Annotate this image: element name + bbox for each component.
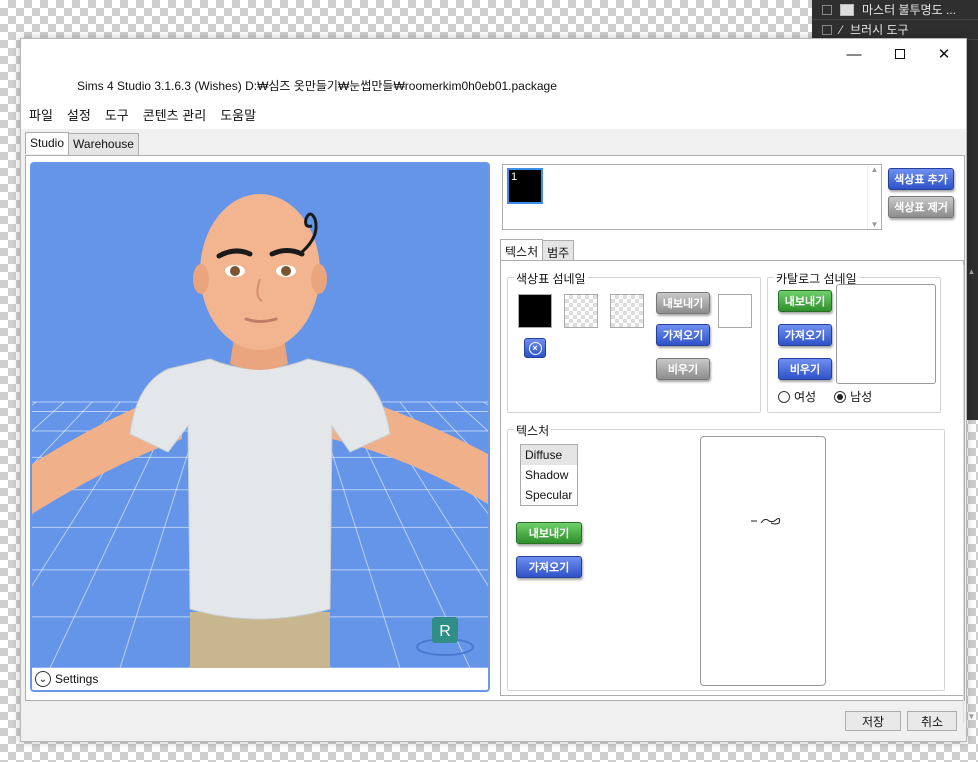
tab-studio[interactable]: Studio bbox=[25, 132, 70, 154]
remove-swatch-button[interactable]: 색상표 제거 bbox=[888, 196, 954, 218]
settings-bar[interactable]: ⌄ Settings bbox=[32, 668, 488, 690]
shirt bbox=[129, 358, 391, 620]
radio-indicator-selected bbox=[834, 390, 847, 403]
texture-title: 텍스처 bbox=[514, 422, 552, 439]
editor-subtabs: 텍스처 범주 bbox=[500, 239, 575, 262]
left-ear bbox=[193, 264, 209, 294]
texture-item-shadow[interactable]: Shadow bbox=[521, 465, 577, 485]
swatch-item-label: 1 bbox=[511, 171, 518, 183]
sim-character bbox=[32, 194, 488, 668]
save-button[interactable]: 저장 bbox=[845, 711, 901, 731]
swatch-thumbnail-group: 색상표 섬네일 × 내보내기 가져오기 비우기 bbox=[507, 270, 761, 413]
female-label: 여성 bbox=[794, 390, 817, 404]
texture-item-specular[interactable]: Specular bbox=[521, 485, 577, 505]
catalog-thumbnail-group: 카탈로그 섬네일 내보내기 가져오기 비우기 여성 남성 bbox=[767, 270, 941, 413]
female-radio[interactable]: 여성 bbox=[778, 388, 816, 405]
minimize-button[interactable]: — bbox=[831, 39, 877, 69]
pants bbox=[190, 612, 330, 668]
r-badge[interactable]: R bbox=[416, 617, 474, 656]
close-circle-icon: × bbox=[528, 341, 542, 355]
swatch-transparent-2[interactable] bbox=[610, 294, 644, 328]
layer-row: 마스터 불투명도 ... bbox=[812, 0, 978, 20]
swatch-list-scrollbar[interactable]: ▲ ▼ bbox=[867, 165, 881, 229]
layer-row: ⁄ 브러시 도구 bbox=[812, 20, 978, 40]
swatch-thumbnail-clear-button[interactable]: 비우기 bbox=[656, 358, 710, 380]
scroll-down-icon[interactable]: ▼ bbox=[871, 220, 879, 229]
catalog-thumbnail-clear-button[interactable]: 비우기 bbox=[778, 358, 832, 380]
grid-line bbox=[32, 401, 65, 432]
swatch-thumbnail-export-button[interactable]: 내보내기 bbox=[656, 292, 710, 314]
menu-content-management[interactable]: 콘텐츠 관리 bbox=[143, 105, 206, 124]
menu-help[interactable]: 도움말 bbox=[220, 105, 256, 124]
swatch-item-selected[interactable]: 1 bbox=[507, 168, 543, 204]
scroll-up-icon[interactable]: ▲ bbox=[871, 165, 879, 174]
layer-checkbox bbox=[822, 24, 832, 35]
studio-tab-page: R ⌄ Settings 1 ▲ ▼ 색상표 추가 색상표 제거 텍스처 범주 bbox=[25, 155, 965, 701]
layer-checkbox bbox=[822, 4, 832, 15]
texture-item-diffuse[interactable]: Diffuse bbox=[521, 445, 577, 465]
tab-texture[interactable]: 텍스처 bbox=[500, 239, 544, 261]
swatch-list[interactable]: 1 ▲ ▼ bbox=[502, 164, 882, 230]
menu-tools[interactable]: 도구 bbox=[105, 105, 129, 124]
tab-category[interactable]: 범주 bbox=[542, 240, 575, 262]
right-iris bbox=[281, 266, 291, 276]
male-label: 남성 bbox=[850, 390, 873, 404]
radio-indicator bbox=[778, 390, 790, 403]
swatch-color-black[interactable] bbox=[518, 294, 552, 328]
r-badge-letter: R bbox=[439, 623, 451, 640]
chevron-down-icon[interactable]: ⌄ bbox=[35, 671, 51, 687]
texture-preview bbox=[700, 436, 826, 686]
scroll-down-icon[interactable]: ▼ bbox=[968, 712, 976, 721]
texture-tab-page: 색상표 섬네일 × 내보내기 가져오기 비우기 카탈로그 섬네일 내보내기 가져… bbox=[500, 260, 964, 696]
maximize-icon bbox=[895, 49, 905, 59]
layer-label: 브러시 도구 bbox=[850, 23, 909, 37]
layer-icon bbox=[840, 3, 854, 16]
cancel-button[interactable]: 취소 bbox=[907, 711, 957, 731]
right-panel-scrollbar[interactable]: ▲ ▼ bbox=[963, 265, 978, 723]
app-window: Sims 4 Studio 3.1.6.3 (Wishes) D:₩심즈 옷만들… bbox=[20, 38, 975, 742]
minimize-icon: — bbox=[846, 45, 862, 63]
left-iris bbox=[230, 266, 240, 276]
menu-settings[interactable]: 설정 bbox=[67, 105, 91, 124]
catalog-thumbnail-import-button[interactable]: 가져오기 bbox=[778, 324, 832, 346]
add-swatch-button[interactable]: 색상표 추가 bbox=[888, 168, 954, 190]
close-button[interactable]: ✕ bbox=[921, 39, 967, 69]
menu-file[interactable]: 파일 bbox=[29, 105, 53, 124]
grid-line bbox=[32, 401, 37, 406]
head bbox=[200, 194, 320, 350]
settings-label: Settings bbox=[55, 672, 99, 686]
catalog-thumbnail-export-button[interactable]: 내보내기 bbox=[778, 290, 832, 312]
swatch-thumbnail-import-button[interactable]: 가져오기 bbox=[656, 324, 710, 346]
right-ear bbox=[311, 264, 327, 294]
main-tabs: Studio Warehouse bbox=[25, 132, 139, 155]
title-bar: Sims 4 Studio 3.1.6.3 (Wishes) D:₩심즈 옷만들… bbox=[21, 39, 966, 99]
texture-preview-image bbox=[751, 518, 781, 525]
tab-warehouse[interactable]: Warehouse bbox=[68, 133, 139, 155]
close-icon: ✕ bbox=[937, 46, 951, 63]
brush-icon: ⁄ bbox=[840, 22, 843, 37]
layer-label: 마스터 불투명도 ... bbox=[862, 3, 956, 17]
texture-import-button[interactable]: 가져오기 bbox=[516, 556, 582, 578]
scroll-up-icon[interactable]: ▲ bbox=[968, 267, 976, 276]
gender-radio-group: 여성 남성 bbox=[778, 388, 872, 405]
texture-group: 텍스처 Diffuse Shadow Specular 내보내기 가져오기 bbox=[507, 422, 945, 691]
swatch-transparent-1[interactable] bbox=[564, 294, 598, 328]
male-radio[interactable]: 남성 bbox=[834, 388, 872, 405]
texture-export-button[interactable]: 내보내기 bbox=[516, 522, 582, 544]
maximize-button[interactable] bbox=[877, 39, 923, 69]
swatch-thumbnail-preview bbox=[718, 294, 752, 328]
grid-line bbox=[483, 401, 488, 406]
texture-list[interactable]: Diffuse Shadow Specular bbox=[520, 444, 578, 506]
sim-preview-scene[interactable]: R bbox=[32, 164, 488, 668]
catalog-thumbnail-preview bbox=[836, 284, 936, 384]
swatch-thumbnail-title: 색상표 섬네일 bbox=[514, 270, 588, 287]
menu-bar: 파일 설정 도구 콘텐츠 관리 도움말 bbox=[21, 99, 966, 129]
window-title: Sims 4 Studio 3.1.6.3 (Wishes) D:₩심즈 옷만들… bbox=[77, 79, 557, 93]
remove-swatch-color-button[interactable]: × bbox=[524, 338, 546, 358]
3d-viewport[interactable]: R ⌄ Settings bbox=[30, 162, 490, 692]
